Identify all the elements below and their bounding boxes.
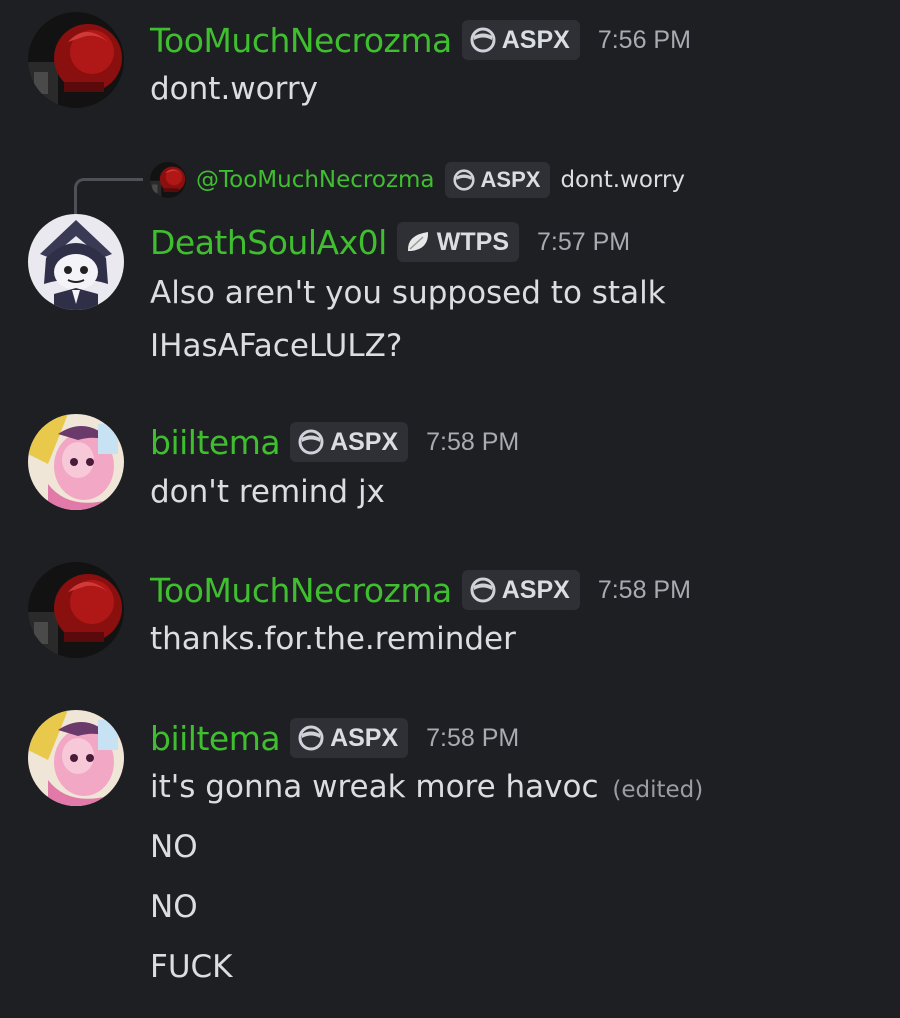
timestamp: 7:58 PM [597,575,691,604]
server-tag[interactable]: ASPX [461,20,580,60]
server-tag-label: ASPX [501,25,570,54]
reply-content: @TooMuchNecrozma ASPX dont.worry [150,160,685,200]
username[interactable]: TooMuchNecrozma [150,571,452,610]
server-tag-label: ASPX [330,427,399,456]
server-tag[interactable]: ASPX [290,718,409,758]
message-header: biiltema ASPX 7:58 PM [150,420,519,464]
message-text: dont.worry [150,71,318,107]
reply-avatar [150,162,186,198]
circle-badge-icon [470,577,496,603]
message-text: NO [150,889,198,925]
username[interactable]: biiltema [150,423,281,462]
message-header: DeathSoulAx0l WTPS 7:57 PM [150,220,630,264]
reply-text: dont.worry [560,167,686,193]
username[interactable]: TooMuchNecrozma [150,21,452,60]
message-header: biiltema ASPX 7:58 PM [150,716,519,760]
message-header: TooMuchNecrozma ASPX 7:56 PM [150,18,691,62]
username[interactable]: biiltema [150,719,281,758]
message-text: thanks.for.the.reminder [150,621,516,657]
avatar[interactable] [28,214,124,310]
message-text-row: it's gonna wreak more havoc (edited) [150,767,703,810]
message-text: NO [150,829,198,865]
server-tag[interactable]: ASPX [290,422,409,462]
timestamp: 7:56 PM [597,25,691,54]
circle-badge-icon [453,169,475,191]
server-tag-label: WTPS [436,227,509,256]
circle-badge-icon [298,725,324,751]
server-tag[interactable]: WTPS [396,222,519,262]
avatar[interactable] [28,562,124,658]
username[interactable]: DeathSoulAx0l [150,223,387,262]
reply-preview[interactable]: @TooMuchNecrozma ASPX dont.worry [0,160,900,215]
server-tag[interactable]: ASPX [461,570,580,610]
message-text: don't remind jx [150,474,385,510]
message-text: Also aren't you supposed to stalk [150,275,666,311]
message-header: TooMuchNecrozma ASPX 7:58 PM [150,568,691,612]
message-text: FUCK [150,949,233,985]
avatar[interactable] [28,12,124,108]
message-text: IHasAFaceLULZ? [150,328,403,364]
circle-badge-icon [298,429,324,455]
timestamp: 7:57 PM [537,227,631,256]
message-text: it's gonna wreak more havoc [150,769,599,805]
leaf-badge-icon [405,229,431,255]
server-tag-label: ASPX [330,723,399,752]
timestamp: 7:58 PM [426,723,520,752]
edited-label: (edited) [612,777,704,803]
avatar[interactable] [28,414,124,510]
circle-badge-icon [470,27,496,53]
avatar[interactable] [28,710,124,806]
reply-server-tag-label: ASPX [480,167,541,192]
timestamp: 7:58 PM [426,427,520,456]
reply-connector [74,178,143,215]
reply-server-tag: ASPX [444,162,551,198]
reply-mention[interactable]: @TooMuchNecrozma [196,167,435,193]
server-tag-label: ASPX [501,575,570,604]
